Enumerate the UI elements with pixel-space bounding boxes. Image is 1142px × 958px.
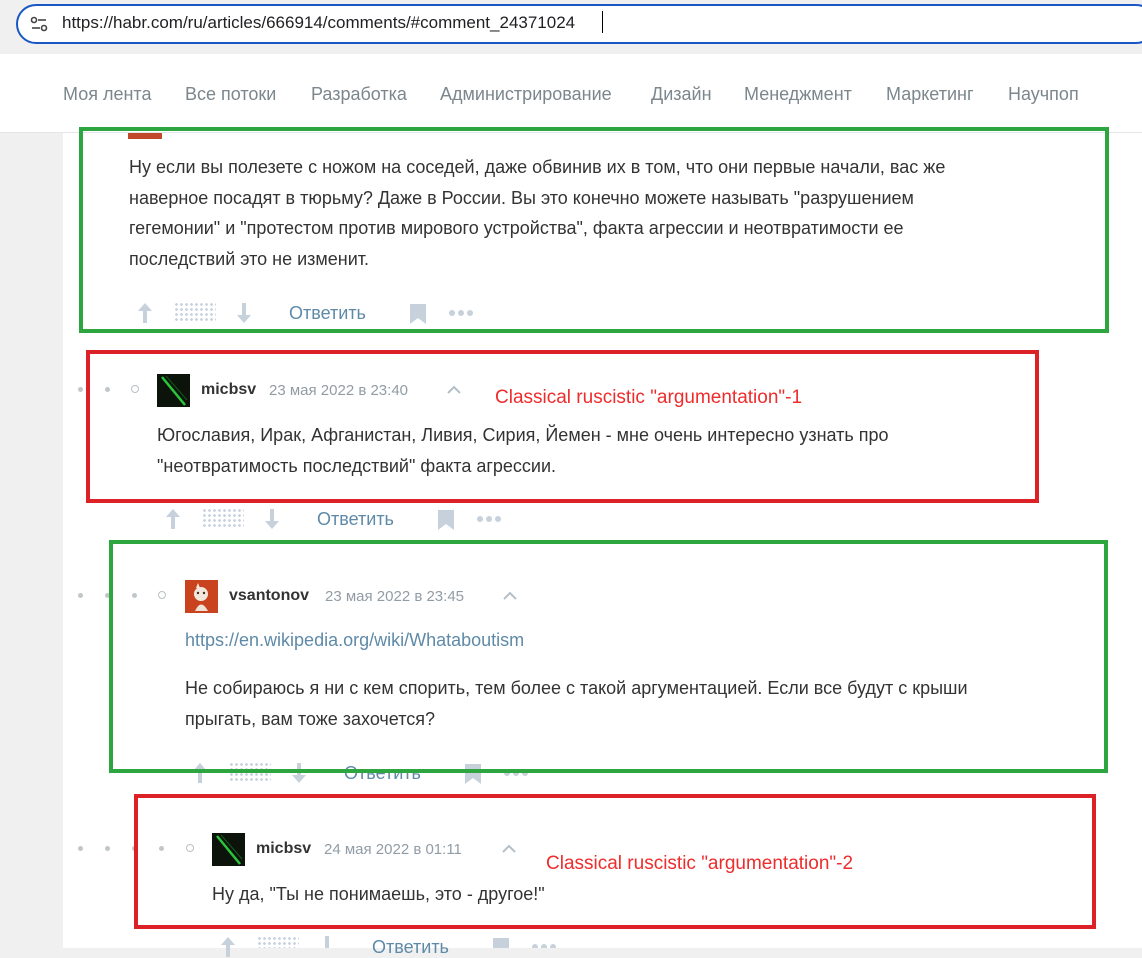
thread-dot <box>78 846 83 851</box>
downvote-icon[interactable] <box>264 508 280 530</box>
bookmark-icon[interactable] <box>437 509 455 531</box>
nav-item-management[interactable]: Менеджмент <box>744 84 852 105</box>
nav-item-my-feed[interactable]: Моя лента <box>63 84 151 105</box>
nav-item-popsci[interactable]: Научпоп <box>1008 84 1079 105</box>
vote-score <box>257 936 299 948</box>
nav-item-design[interactable]: Дизайн <box>651 84 712 105</box>
reply-link[interactable]: Ответить <box>317 509 394 530</box>
site-settings-icon[interactable] <box>30 16 48 32</box>
highlight-box-red <box>134 794 1096 929</box>
highlight-box-green <box>109 540 1108 773</box>
upvote-icon[interactable] <box>165 508 181 530</box>
url-text[interactable]: https://habr.com/ru/articles/666914/comm… <box>62 13 575 33</box>
vote-score <box>202 508 244 528</box>
bookmark-icon[interactable] <box>492 937 510 948</box>
more-options-icon[interactable] <box>531 942 557 948</box>
thread-dot <box>78 593 83 598</box>
highlight-box-red <box>86 350 1039 503</box>
text-cursor <box>602 11 603 33</box>
nav-item-marketing[interactable]: Маркетинг <box>886 84 974 105</box>
highlight-box-green <box>79 127 1109 333</box>
nav-item-administration[interactable]: Администрирование <box>440 84 612 105</box>
nav-header: Моя лента Все потоки Разработка Админист… <box>0 54 1142 133</box>
nav-item-all-streams[interactable]: Все потоки <box>185 84 276 105</box>
upvote-icon[interactable] <box>220 936 236 958</box>
thread-dot <box>78 387 83 392</box>
nav-item-development[interactable]: Разработка <box>311 84 407 105</box>
more-options-icon[interactable] <box>476 514 502 524</box>
thread-dot <box>105 846 110 851</box>
downvote-icon[interactable] <box>319 936 335 948</box>
